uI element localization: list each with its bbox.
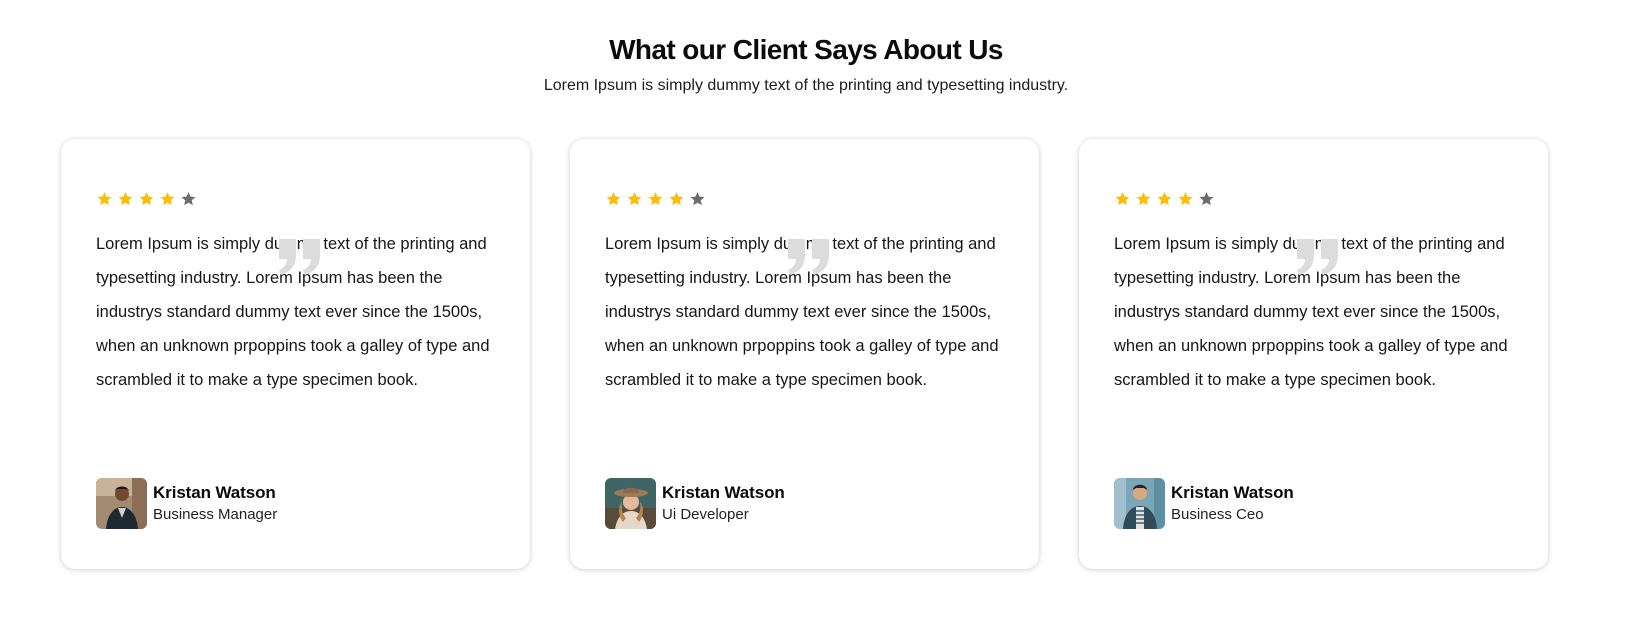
- quote-icon: [277, 237, 323, 277]
- avatar: [605, 478, 656, 529]
- author-role: Business Ceo: [1171, 506, 1264, 523]
- author-role: Business Manager: [153, 506, 278, 523]
- quote-icon: [786, 237, 832, 277]
- star-filled-icon: [159, 189, 180, 209]
- star-filled-icon: [1114, 189, 1135, 209]
- testimonial-card: Lorem Ipsum is simply dummy text of the …: [61, 139, 530, 569]
- quote-icon: [1295, 237, 1341, 277]
- rating-stars: [1114, 189, 1219, 209]
- star-filled-icon: [605, 189, 626, 209]
- author: Kristan Watson Business Manager: [96, 478, 277, 529]
- author: Kristan Watson Ui Developer: [605, 478, 785, 529]
- section-subtitle: Lorem Ipsum is simply dummy text of the …: [543, 77, 1069, 94]
- rating-stars: [605, 189, 710, 209]
- star-filled-icon: [117, 189, 138, 209]
- star-filled-icon: [647, 189, 668, 209]
- rating-stars: [96, 189, 201, 209]
- star-filled-icon: [668, 189, 689, 209]
- testimonial-card: Lorem Ipsum is simply dummy text of the …: [1079, 139, 1548, 569]
- testimonial-card: Lorem Ipsum is simply dummy text of the …: [570, 139, 1039, 569]
- star-empty-icon: [689, 189, 710, 209]
- star-filled-icon: [1156, 189, 1177, 209]
- author: Kristan Watson Business Ceo: [1114, 478, 1294, 529]
- star-filled-icon: [1135, 189, 1156, 209]
- avatar: [1114, 478, 1165, 529]
- star-filled-icon: [626, 189, 647, 209]
- testimonials-section: What our Client Says About Us Lorem Ipsu…: [0, 0, 1649, 625]
- star-empty-icon: [1198, 189, 1219, 209]
- star-filled-icon: [1177, 189, 1198, 209]
- star-filled-icon: [138, 189, 159, 209]
- star-filled-icon: [96, 189, 117, 209]
- author-name: Kristan Watson: [662, 483, 785, 502]
- avatar: [96, 478, 147, 529]
- section-title: What our Client Says About Us: [609, 34, 1003, 65]
- author-name: Kristan Watson: [1171, 483, 1294, 502]
- star-empty-icon: [180, 189, 201, 209]
- author-role: Ui Developer: [662, 506, 749, 523]
- author-name: Kristan Watson: [153, 483, 276, 502]
